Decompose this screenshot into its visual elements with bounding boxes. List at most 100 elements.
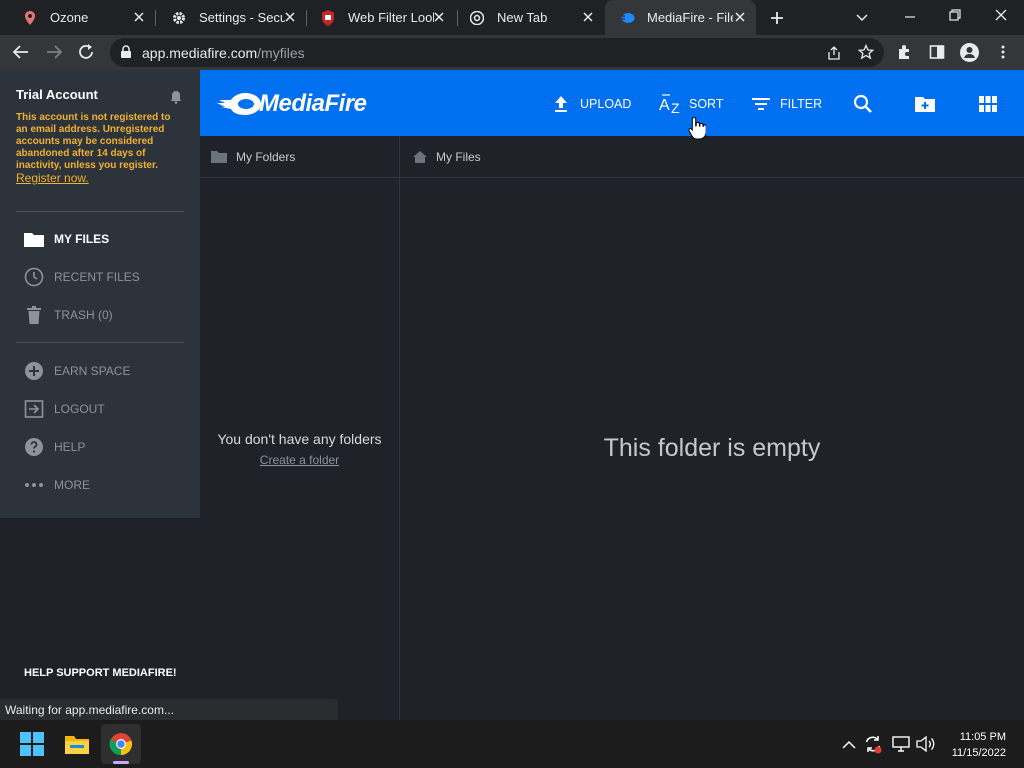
upload-button[interactable]: UPLOAD bbox=[550, 92, 631, 116]
tab-title: New Tab bbox=[497, 10, 548, 25]
chrome-icon bbox=[109, 733, 133, 756]
app-header: MediaFire UPLOAD AZ SORT FILTER bbox=[200, 70, 1024, 136]
sidebar-account-panel: Trial Account This account is not regist… bbox=[0, 70, 200, 518]
tab-ozone[interactable]: Ozone bbox=[0, 0, 155, 35]
hand-cursor-icon bbox=[688, 116, 707, 145]
clock-icon bbox=[22, 265, 46, 289]
chrome-icon bbox=[469, 10, 485, 26]
extensions-icon[interactable] bbox=[897, 44, 913, 65]
filter-label: FILTER bbox=[780, 97, 823, 111]
breadcrumb-my-files[interactable]: My Files bbox=[436, 150, 481, 164]
sort-az-icon: AZ bbox=[659, 93, 681, 115]
grid-icon bbox=[977, 93, 999, 115]
tab-title: MediaFire - File bbox=[647, 10, 733, 25]
map-pin-icon bbox=[22, 10, 38, 26]
nav-trash[interactable]: TRASH (0) bbox=[22, 303, 113, 327]
filter-button[interactable]: FILTER bbox=[750, 92, 822, 116]
close-icon[interactable] bbox=[580, 9, 596, 25]
register-link[interactable]: Register now. bbox=[16, 171, 89, 185]
mediafire-logo[interactable]: MediaFire bbox=[217, 90, 367, 118]
forward-button[interactable] bbox=[45, 43, 63, 66]
mediafire-logo-icon bbox=[217, 93, 261, 115]
filter-icon bbox=[750, 93, 772, 115]
close-icon[interactable] bbox=[431, 9, 447, 25]
menu-icon[interactable] bbox=[995, 44, 1011, 65]
lock-icon bbox=[120, 45, 132, 64]
file-explorer-button[interactable] bbox=[57, 724, 97, 764]
create-folder-link[interactable]: Create a folder bbox=[200, 453, 399, 467]
nav-label: TRASH (0) bbox=[54, 308, 113, 322]
taskbar-clock[interactable]: 11:05 PM 11/15/2022 bbox=[952, 729, 1006, 761]
folders-heading-label: My Folders bbox=[236, 149, 296, 164]
restore-button[interactable] bbox=[948, 8, 962, 27]
nav-label: HELP bbox=[54, 440, 86, 454]
network-icon[interactable] bbox=[892, 736, 910, 757]
folder-icon bbox=[210, 150, 228, 164]
plus-circle-icon bbox=[22, 359, 46, 383]
close-window-button[interactable] bbox=[994, 8, 1008, 27]
nav-more[interactable]: MORE bbox=[22, 473, 90, 497]
nav-label: EARN SPACE bbox=[54, 364, 131, 378]
new-folder-button[interactable] bbox=[914, 92, 944, 116]
nav-label: LOGOUT bbox=[54, 402, 105, 416]
windows-start-button[interactable] bbox=[12, 724, 52, 764]
sync-icon[interactable] bbox=[863, 734, 883, 759]
sort-label: SORT bbox=[689, 97, 724, 111]
file-explorer-icon bbox=[65, 736, 89, 754]
tab-web-filter[interactable]: Web Filter Look bbox=[298, 0, 455, 35]
sidebar: Trial Account This account is not regist… bbox=[0, 70, 200, 720]
chrome-taskbar-button[interactable] bbox=[101, 724, 141, 764]
mediafire-icon bbox=[619, 10, 635, 26]
nav-help[interactable]: HELP bbox=[22, 435, 85, 459]
nav-label: MORE bbox=[54, 478, 90, 492]
nav-logout[interactable]: LOGOUT bbox=[22, 397, 105, 421]
clock-time: 11:05 PM bbox=[959, 731, 1006, 743]
help-support-link[interactable]: HELP SUPPORT MEDIAFIRE! bbox=[24, 667, 177, 679]
tab-title: Web Filter Look bbox=[348, 10, 434, 25]
gear-icon bbox=[171, 10, 187, 26]
svg-text:Z: Z bbox=[671, 100, 680, 115]
nav-label: MY FILES bbox=[54, 232, 110, 246]
logo-text: MediaFire bbox=[259, 90, 367, 117]
account-title: Trial Account bbox=[16, 87, 98, 102]
minimize-button[interactable] bbox=[903, 10, 917, 29]
side-panel-icon[interactable] bbox=[929, 44, 945, 65]
empty-folder-message: This folder is empty bbox=[603, 434, 821, 462]
search-icon bbox=[852, 93, 874, 115]
grid-view-button[interactable] bbox=[977, 92, 1007, 116]
close-icon[interactable] bbox=[131, 9, 147, 25]
chevron-up-icon[interactable] bbox=[842, 737, 856, 755]
taskbar: 11:05 PM 11/15/2022 bbox=[0, 720, 1024, 768]
tab-settings[interactable]: Settings - Secur bbox=[149, 0, 306, 35]
profile-icon[interactable] bbox=[960, 43, 979, 62]
tab-mediafire[interactable]: MediaFire - File bbox=[605, 0, 756, 35]
tab-new-tab[interactable]: New Tab bbox=[447, 0, 604, 35]
help-icon bbox=[22, 435, 46, 459]
trash-icon bbox=[22, 303, 46, 327]
search-button[interactable] bbox=[852, 92, 882, 116]
share-icon[interactable] bbox=[826, 45, 842, 66]
home-icon[interactable] bbox=[412, 150, 428, 164]
reload-button[interactable] bbox=[77, 43, 95, 66]
active-app-indicator bbox=[113, 761, 129, 764]
nav-my-files[interactable]: MY FILES bbox=[22, 227, 109, 251]
clock-date: 11/15/2022 bbox=[951, 747, 1006, 759]
close-icon[interactable] bbox=[282, 9, 298, 25]
address-bar[interactable]: app.mediafire.com/myfiles bbox=[110, 38, 884, 67]
bookmark-star-icon[interactable] bbox=[857, 43, 875, 65]
breadcrumb: My Files bbox=[400, 136, 1024, 178]
tab-search-button[interactable] bbox=[855, 10, 869, 29]
nav-recent-files[interactable]: RECENT FILES bbox=[22, 265, 140, 289]
nav-earn-space[interactable]: EARN SPACE bbox=[22, 359, 130, 383]
bell-icon[interactable] bbox=[170, 90, 182, 109]
browser-status-text: Waiting for app.mediafire.com... bbox=[0, 699, 338, 720]
unregistered-notice: This account is not registered to an ema… bbox=[16, 112, 171, 185]
back-button[interactable] bbox=[12, 43, 30, 66]
sort-button[interactable]: AZ SORT bbox=[659, 92, 724, 116]
volume-icon[interactable] bbox=[916, 735, 936, 757]
new-tab-button[interactable] bbox=[768, 9, 786, 27]
empty-folders-text: You don't have any folders bbox=[217, 431, 382, 447]
files-pane: My Files This folder is empty bbox=[400, 136, 1024, 720]
folder-plus-icon bbox=[914, 93, 936, 115]
close-icon[interactable] bbox=[732, 9, 748, 25]
